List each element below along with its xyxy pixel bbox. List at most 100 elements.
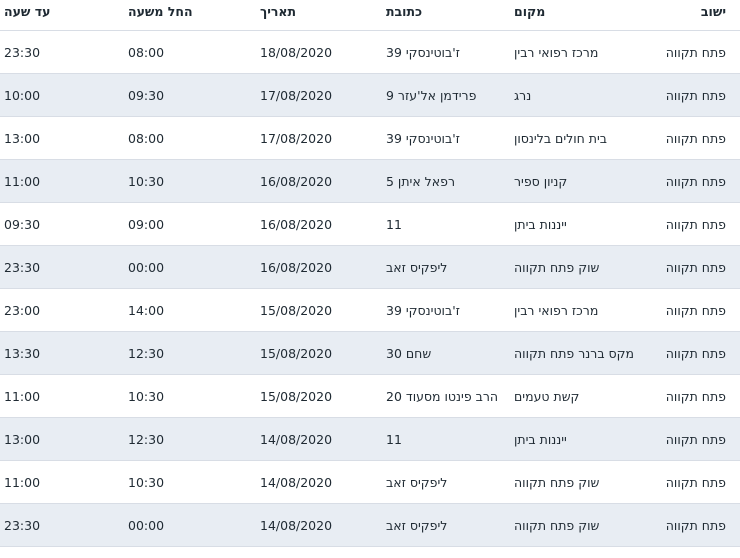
date-value: 16/08/2020 — [260, 216, 333, 232]
cell-city: פתח תקווה — [665, 431, 726, 447]
cell-date: 17/08/2020 — [256, 131, 382, 146]
date-value: 14/08/2020 — [260, 431, 333, 447]
to-time-value: 23:00 — [4, 302, 41, 318]
header-place[interactable]: מקום — [510, 4, 642, 19]
header-address[interactable]: כתובת — [382, 4, 510, 19]
from-time-value: 12:30 — [128, 345, 165, 361]
cell-address: ליפקיס זאב — [386, 259, 448, 275]
cell-place: מקס ברנר פתח תקווה — [514, 345, 634, 361]
table-row: פתח תקווה בית חולים בלינסון ז'בוטינסקי 3… — [0, 117, 740, 160]
cell-place: מרכז רפואי רבין — [514, 44, 599, 60]
table-row: פתח תקווה מרכז רפואי רבין ז'בוטינסקי 39 … — [0, 31, 740, 74]
from-time-value: 00:00 — [128, 517, 165, 533]
cell-to-time: 23:30 — [0, 45, 124, 60]
cell-date: 15/08/2020 — [256, 389, 382, 404]
table-row: פתח תקווה נרג פרידמן אל'עזר 9 17/08/2020… — [0, 74, 740, 117]
cell-place: שוק פתח תקווה — [514, 517, 600, 533]
table-row: פתח תקווה שוק פתח תקווה ליפקיס זאב 16/08… — [0, 246, 740, 289]
cell-city: פתח תקווה — [665, 173, 726, 189]
cell-city: פתח תקווה — [665, 388, 726, 404]
table-row: פתח תקווה קניון ספיר רפאל איתן 5 16/08/2… — [0, 160, 740, 203]
from-time-value: 10:30 — [128, 173, 165, 189]
cell-place: שוק פתח תקווה — [514, 474, 600, 490]
cell-to-time: 13:30 — [0, 346, 124, 361]
cell-date: 16/08/2020 — [256, 260, 382, 275]
cell-date: 16/08/2020 — [256, 217, 382, 232]
cell-from-time: 14:00 — [124, 303, 256, 318]
cell-to-time: 23:30 — [0, 260, 124, 275]
cell-to-time: 11:00 — [0, 475, 124, 490]
date-value: 15/08/2020 — [260, 345, 333, 361]
table-row: פתח תקווה שוק פתח תקווה ליפקיס זאב 14/08… — [0, 461, 740, 504]
cell-to-time: 11:00 — [0, 174, 124, 189]
cell-city: פתח תקווה — [665, 130, 726, 146]
cell-date: 15/08/2020 — [256, 303, 382, 318]
to-time-value: 09:30 — [4, 216, 41, 232]
to-time-value: 11:00 — [4, 388, 41, 404]
table-row: פתח תקווה מרכז רפואי רבין ז'בוטינסקי 39 … — [0, 289, 740, 332]
to-time-value: 23:30 — [4, 259, 41, 275]
header-date[interactable]: תאריך — [256, 4, 382, 19]
date-value: 16/08/2020 — [260, 259, 333, 275]
date-value: 15/08/2020 — [260, 388, 333, 404]
cell-date: 16/08/2020 — [256, 174, 382, 189]
cell-city: פתח תקווה — [665, 87, 726, 103]
cell-address: שחם 30 — [386, 345, 432, 361]
table-row: פתח תקווה ייננות ביתן 11 16/08/2020 09:0… — [0, 203, 740, 246]
cell-address: ליפקיס זאב — [386, 517, 448, 533]
header-to-time[interactable]: עד שעה — [0, 4, 124, 19]
cell-place: קניון ספיר — [514, 173, 568, 189]
cell-city: פתח תקווה — [665, 216, 726, 232]
cell-city: פתח תקווה — [665, 517, 726, 533]
cell-city: פתח תקווה — [665, 345, 726, 361]
cell-place: קשת טעמים — [514, 388, 580, 404]
cell-from-time: 10:30 — [124, 389, 256, 404]
cell-address: 11 — [386, 431, 402, 447]
cell-from-time: 08:00 — [124, 45, 256, 60]
cell-to-time: 11:00 — [0, 389, 124, 404]
cell-place: בית חולים בלינסון — [514, 130, 608, 146]
from-time-value: 12:30 — [128, 431, 165, 447]
cell-address: פרידמן אל'עזר 9 — [386, 87, 477, 103]
cell-to-time: 23:00 — [0, 303, 124, 318]
to-time-value: 11:00 — [4, 474, 41, 490]
date-value: 14/08/2020 — [260, 517, 333, 533]
cell-to-time: 23:30 — [0, 518, 124, 533]
cell-from-time: 00:00 — [124, 260, 256, 275]
table-row: פתח תקווה קשת טעמים הרב פינטו מסעוד 20 1… — [0, 375, 740, 418]
date-value: 16/08/2020 — [260, 173, 333, 189]
cell-place: ייננות ביתן — [514, 431, 567, 447]
cell-date: 15/08/2020 — [256, 346, 382, 361]
cell-city: פתח תקווה — [665, 259, 726, 275]
date-value: 17/08/2020 — [260, 87, 333, 103]
cell-date: 17/08/2020 — [256, 88, 382, 103]
cell-place: שוק פתח תקווה — [514, 259, 600, 275]
to-time-value: 13:00 — [4, 431, 41, 447]
cell-date: 18/08/2020 — [256, 45, 382, 60]
date-value: 17/08/2020 — [260, 130, 333, 146]
header-city[interactable]: ישוב — [642, 4, 740, 19]
header-from-time[interactable]: החל משעה — [124, 4, 256, 19]
cell-city: פתח תקווה — [665, 302, 726, 318]
cell-to-time: 09:30 — [0, 217, 124, 232]
from-time-value: 14:00 — [128, 302, 165, 318]
cell-to-time: 10:00 — [0, 88, 124, 103]
cell-to-time: 13:00 — [0, 432, 124, 447]
cell-date: 14/08/2020 — [256, 432, 382, 447]
cell-place: ייננות ביתן — [514, 216, 567, 232]
cell-from-time: 09:30 — [124, 88, 256, 103]
cell-date: 14/08/2020 — [256, 518, 382, 533]
to-time-value: 23:30 — [4, 517, 41, 533]
table-row: פתח תקווה שוק פתח תקווה ליפקיס זאב 14/08… — [0, 504, 740, 547]
cell-address: ז'בוטינסקי 39 — [386, 44, 460, 60]
table-row: פתח תקווה מקס ברנר פתח תקווה שחם 30 15/0… — [0, 332, 740, 375]
cell-from-time: 09:00 — [124, 217, 256, 232]
from-time-value: 00:00 — [128, 259, 165, 275]
date-value: 18/08/2020 — [260, 44, 333, 60]
from-time-value: 10:30 — [128, 388, 165, 404]
cell-place: מרכז רפואי רבין — [514, 302, 599, 318]
cell-city: פתח תקווה — [665, 474, 726, 490]
cell-from-time: 12:30 — [124, 432, 256, 447]
cell-address: ז'בוטינסקי 39 — [386, 130, 460, 146]
cell-city: פתח תקווה — [665, 44, 726, 60]
